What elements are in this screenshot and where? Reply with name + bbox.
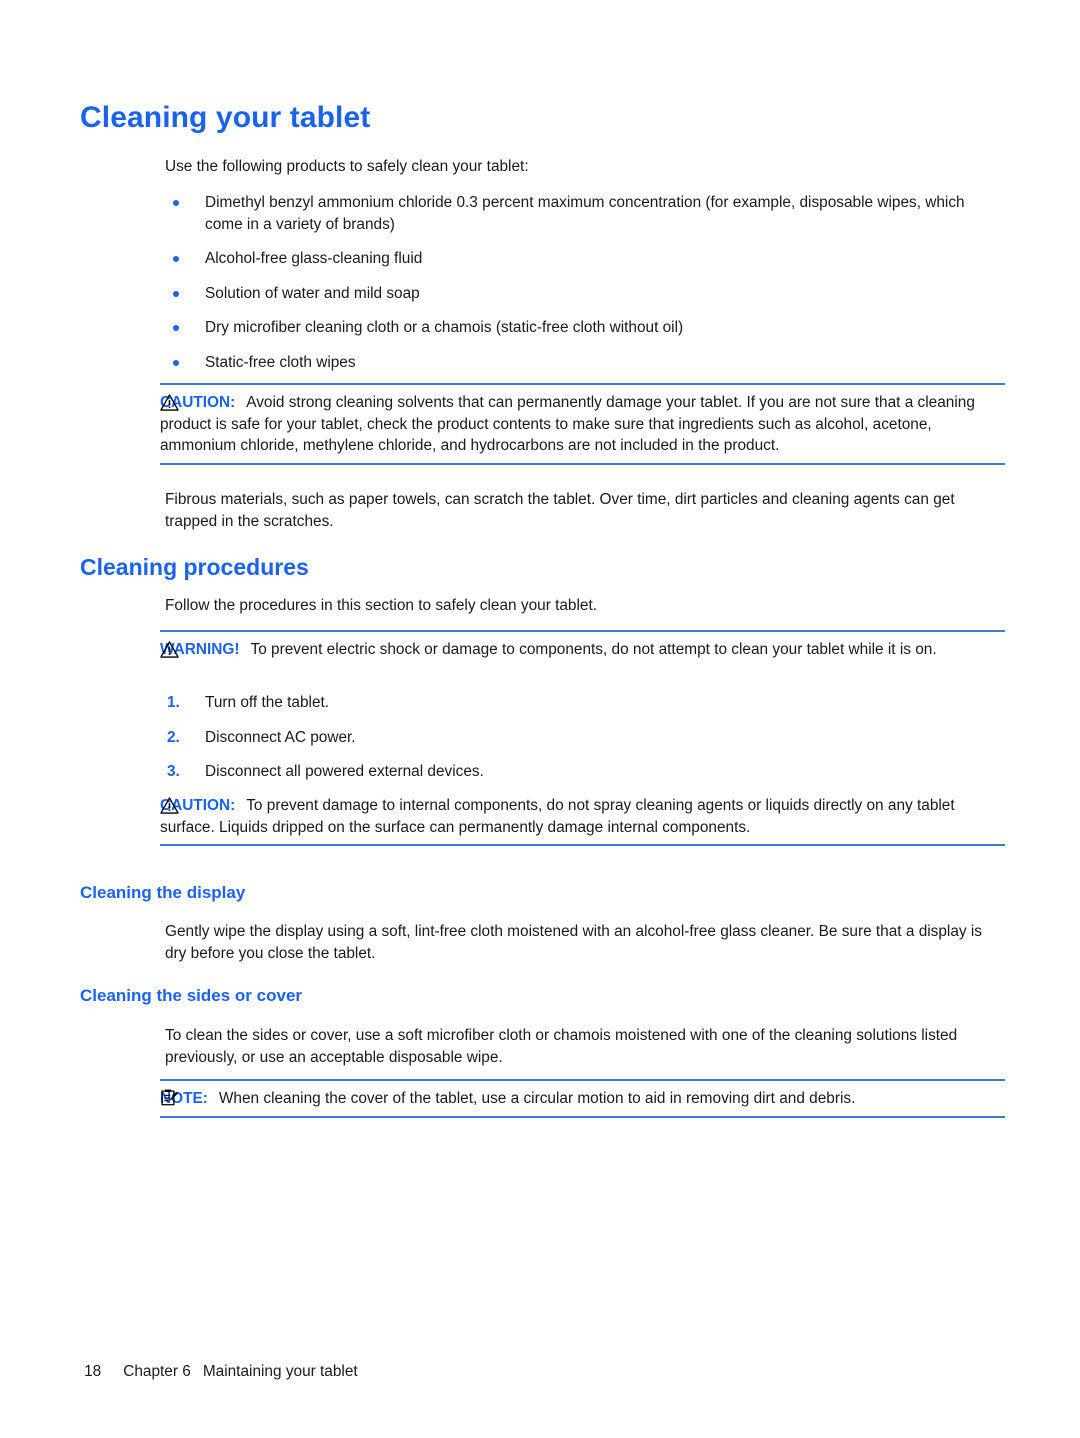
bullet-dot-icon: [173, 290, 179, 297]
footer-chapter-title: Maintaining your tablet: [202, 1363, 358, 1380]
page-footer: 18 Chapter 6 Maintaining your tablet: [67, 1345, 358, 1399]
document-page: Cleaning your tablet Use the following p…: [0, 0, 1080, 1438]
list-item-number: 1.: [167, 694, 180, 711]
bullet-dot-icon: [173, 256, 179, 262]
footer-chapter: Chapter 6: [123, 1363, 191, 1380]
list-item: Solution of water and mild soap: [165, 283, 990, 305]
list-item-text: Disconnect AC power.: [205, 728, 356, 746]
list-item-text: Static-free cloth wipes: [205, 353, 356, 371]
callout-rule-bottom: [160, 1115, 1005, 1118]
procedures-intro: Follow the procedures in this section to…: [165, 597, 598, 614]
bullet-dot-icon: [173, 200, 179, 206]
warning-triangle-icon: [160, 796, 179, 815]
fibrous-paragraph: Fibrous materials, such as paper towels,…: [165, 491, 955, 530]
heading-cleaning-sides: Cleaning the sides or cover: [80, 986, 303, 1005]
list-item: Alcohol-free glass-cleaning fluid: [165, 248, 990, 270]
callout-text: When cleaning the cover of the tablet, u…: [218, 1090, 856, 1107]
bullet-dot-icon: [173, 359, 179, 366]
heading-cleaning-procedures: Cleaning procedures: [80, 554, 309, 580]
callout-text: To prevent damage to internal components…: [160, 797, 955, 836]
list-item-text: Disconnect all powered external devices.: [205, 763, 484, 780]
callout-text: Avoid strong cleaning solvents that can …: [160, 394, 975, 454]
list-item-text: Dry microfiber cleaning cloth or a chamo…: [205, 319, 684, 336]
intro-paragraph: Use the following products to safely cle…: [165, 158, 529, 175]
list-item-text: Alcohol-free glass-cleaning fluid: [205, 250, 423, 267]
product-bullet-list: Dimethyl benzyl ammonium chloride 0.3 pe…: [165, 192, 990, 373]
list-item: Dimethyl benzyl ammonium chloride 0.3 pe…: [165, 192, 990, 235]
callout-body: CAUTION: To prevent damage to internal co…: [160, 790, 1005, 846]
list-item: Static-free cloth wipes: [165, 352, 990, 374]
sides-paragraph: To clean the sides or cover, use a soft …: [165, 1027, 958, 1066]
note-clipboard-icon: [160, 1088, 179, 1107]
bullet-dot-icon: [173, 325, 179, 331]
warning-triangle-icon: [160, 393, 179, 412]
procedure-steps-list: 1. Turn off the tablet. 2. Disconnect AC…: [165, 692, 990, 783]
warning-triangle-icon: [160, 640, 179, 659]
list-item: 2. Disconnect AC power.: [165, 727, 990, 749]
list-item: Dry microfiber cleaning cloth or a chamo…: [165, 317, 990, 339]
list-item-text: Solution of water and mild soap: [205, 284, 420, 302]
warning-callout: WARNING! To prevent electric shock or dam…: [140, 630, 1005, 667]
callout-rule-bottom: [160, 462, 1005, 465]
callout-rule-bottom: [160, 844, 1005, 846]
list-item-number: 3.: [167, 763, 180, 780]
list-item: 3. Disconnect all powered external devic…: [165, 761, 990, 783]
caution-callout-1: CAUTION: Avoid strong cleaning solvents t…: [140, 383, 1005, 465]
list-item: 1. Turn off the tablet.: [165, 692, 990, 714]
callout-body: WARNING! To prevent electric shock or dam…: [160, 630, 1005, 667]
heading-cleaning-display: Cleaning the display: [80, 883, 246, 902]
caution-callout-2: CAUTION: To prevent damage to internal co…: [140, 790, 1005, 846]
callout-text: To prevent electric shock or damage to c…: [250, 641, 937, 658]
list-item-text: Turn off the tablet.: [205, 694, 330, 711]
list-item-text: Dimethyl benzyl ammonium chloride 0.3 pe…: [205, 194, 965, 233]
note-callout: NOTE: When cleaning the cover of the tabl…: [140, 1079, 1005, 1118]
page-title: Cleaning your tablet: [80, 101, 371, 134]
footer-page-number: 18: [84, 1363, 102, 1380]
callout-body: NOTE: When cleaning the cover of the tabl…: [160, 1079, 1005, 1118]
list-item-number: 2.: [167, 728, 180, 746]
display-paragraph: Gently wipe the display using a soft, li…: [165, 923, 982, 962]
callout-body: CAUTION: Avoid strong cleaning solvents t…: [160, 383, 1005, 465]
